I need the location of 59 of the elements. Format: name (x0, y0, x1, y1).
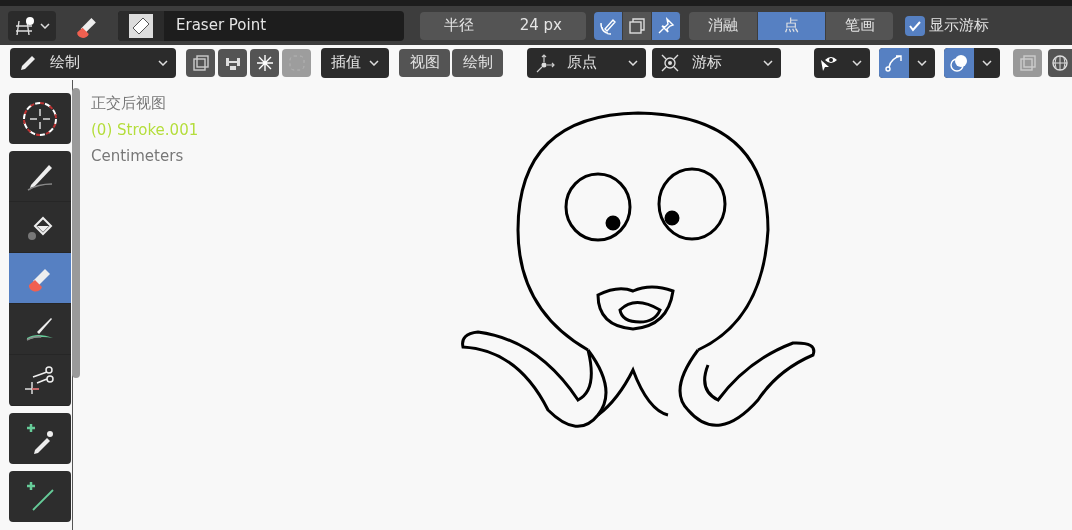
layers-icon (191, 53, 210, 72)
caret-icon (158, 59, 168, 66)
view-name: 正交后视图 (91, 93, 167, 114)
xray-button[interactable] (1013, 48, 1042, 77)
curve-icon (884, 52, 904, 73)
caret-icon (628, 59, 638, 66)
scissors-icon (23, 363, 57, 397)
square-icon (628, 16, 646, 35)
caret-icon (763, 59, 773, 66)
caret-icon (369, 59, 379, 66)
overlay-toggle[interactable] (879, 47, 909, 78)
brush-preview-icon (129, 13, 153, 38)
target-icon (660, 52, 680, 73)
eraser-mode-tab[interactable]: 笔画 (825, 11, 893, 40)
tool-button[interactable] (9, 93, 71, 144)
tool-option-button[interactable] (250, 48, 279, 77)
overlay-dropdown[interactable] (944, 47, 1000, 78)
toggle-button[interactable] (623, 11, 652, 40)
toggle-button[interactable] (594, 11, 623, 40)
overlay-dropdown[interactable] (814, 47, 870, 78)
caret-icon (982, 59, 992, 66)
overlay-toggle[interactable] (944, 47, 974, 78)
pivot-point-icon (535, 52, 555, 73)
caret-icon (852, 59, 862, 66)
pen-pressure-icon (599, 16, 617, 35)
radius-field[interactable]: 半径 24 px (420, 11, 586, 40)
radius-label: 半径 (444, 15, 474, 37)
pin-icon (657, 16, 675, 35)
stroke-points-icon (14, 15, 36, 36)
checkbox[interactable] (905, 15, 925, 36)
tool-option-button[interactable] (218, 48, 247, 77)
show-cursor-label: 显示游标 (929, 15, 989, 37)
mode-dropdown[interactable] (8, 10, 56, 41)
scrollbar[interactable] (72, 88, 80, 378)
globe-button[interactable] (1048, 48, 1072, 77)
units-label: Centimeters (91, 146, 185, 167)
menu-button[interactable]: 视图 (399, 48, 450, 77)
tool-button[interactable] (9, 471, 71, 522)
pivot-dropdown[interactable]: 原点 (527, 47, 646, 78)
object-name: (0) Stroke.001 (91, 119, 199, 141)
overlay-dropdown[interactable] (879, 47, 935, 78)
globe-icon (1051, 53, 1069, 72)
tool-name-field[interactable]: Eraser Point (118, 10, 404, 41)
layers-icon (1018, 53, 1037, 72)
snowflake-icon (255, 53, 274, 72)
interpolate-dropdown[interactable]: 插值 (321, 47, 389, 78)
overlapping-circles-icon (949, 52, 969, 73)
caret-icon (40, 22, 50, 29)
show-cursor-checkbox[interactable]: 显示游标 (905, 14, 989, 37)
toggle-button[interactable] (652, 11, 681, 40)
mode-dropdown[interactable]: 绘制 (10, 47, 176, 78)
tool-option-button[interactable] (186, 48, 215, 77)
menu-button[interactable]: 绘制 (452, 48, 503, 77)
radius-value: 24 px (519, 15, 562, 37)
snap-dropdown[interactable]: 游标 (652, 47, 781, 78)
caret-icon (917, 59, 927, 66)
eraser-mode-tab[interactable]: 消融 (689, 11, 757, 40)
tool-button[interactable] (9, 413, 71, 464)
tool-name: Eraser Point (175, 15, 268, 37)
